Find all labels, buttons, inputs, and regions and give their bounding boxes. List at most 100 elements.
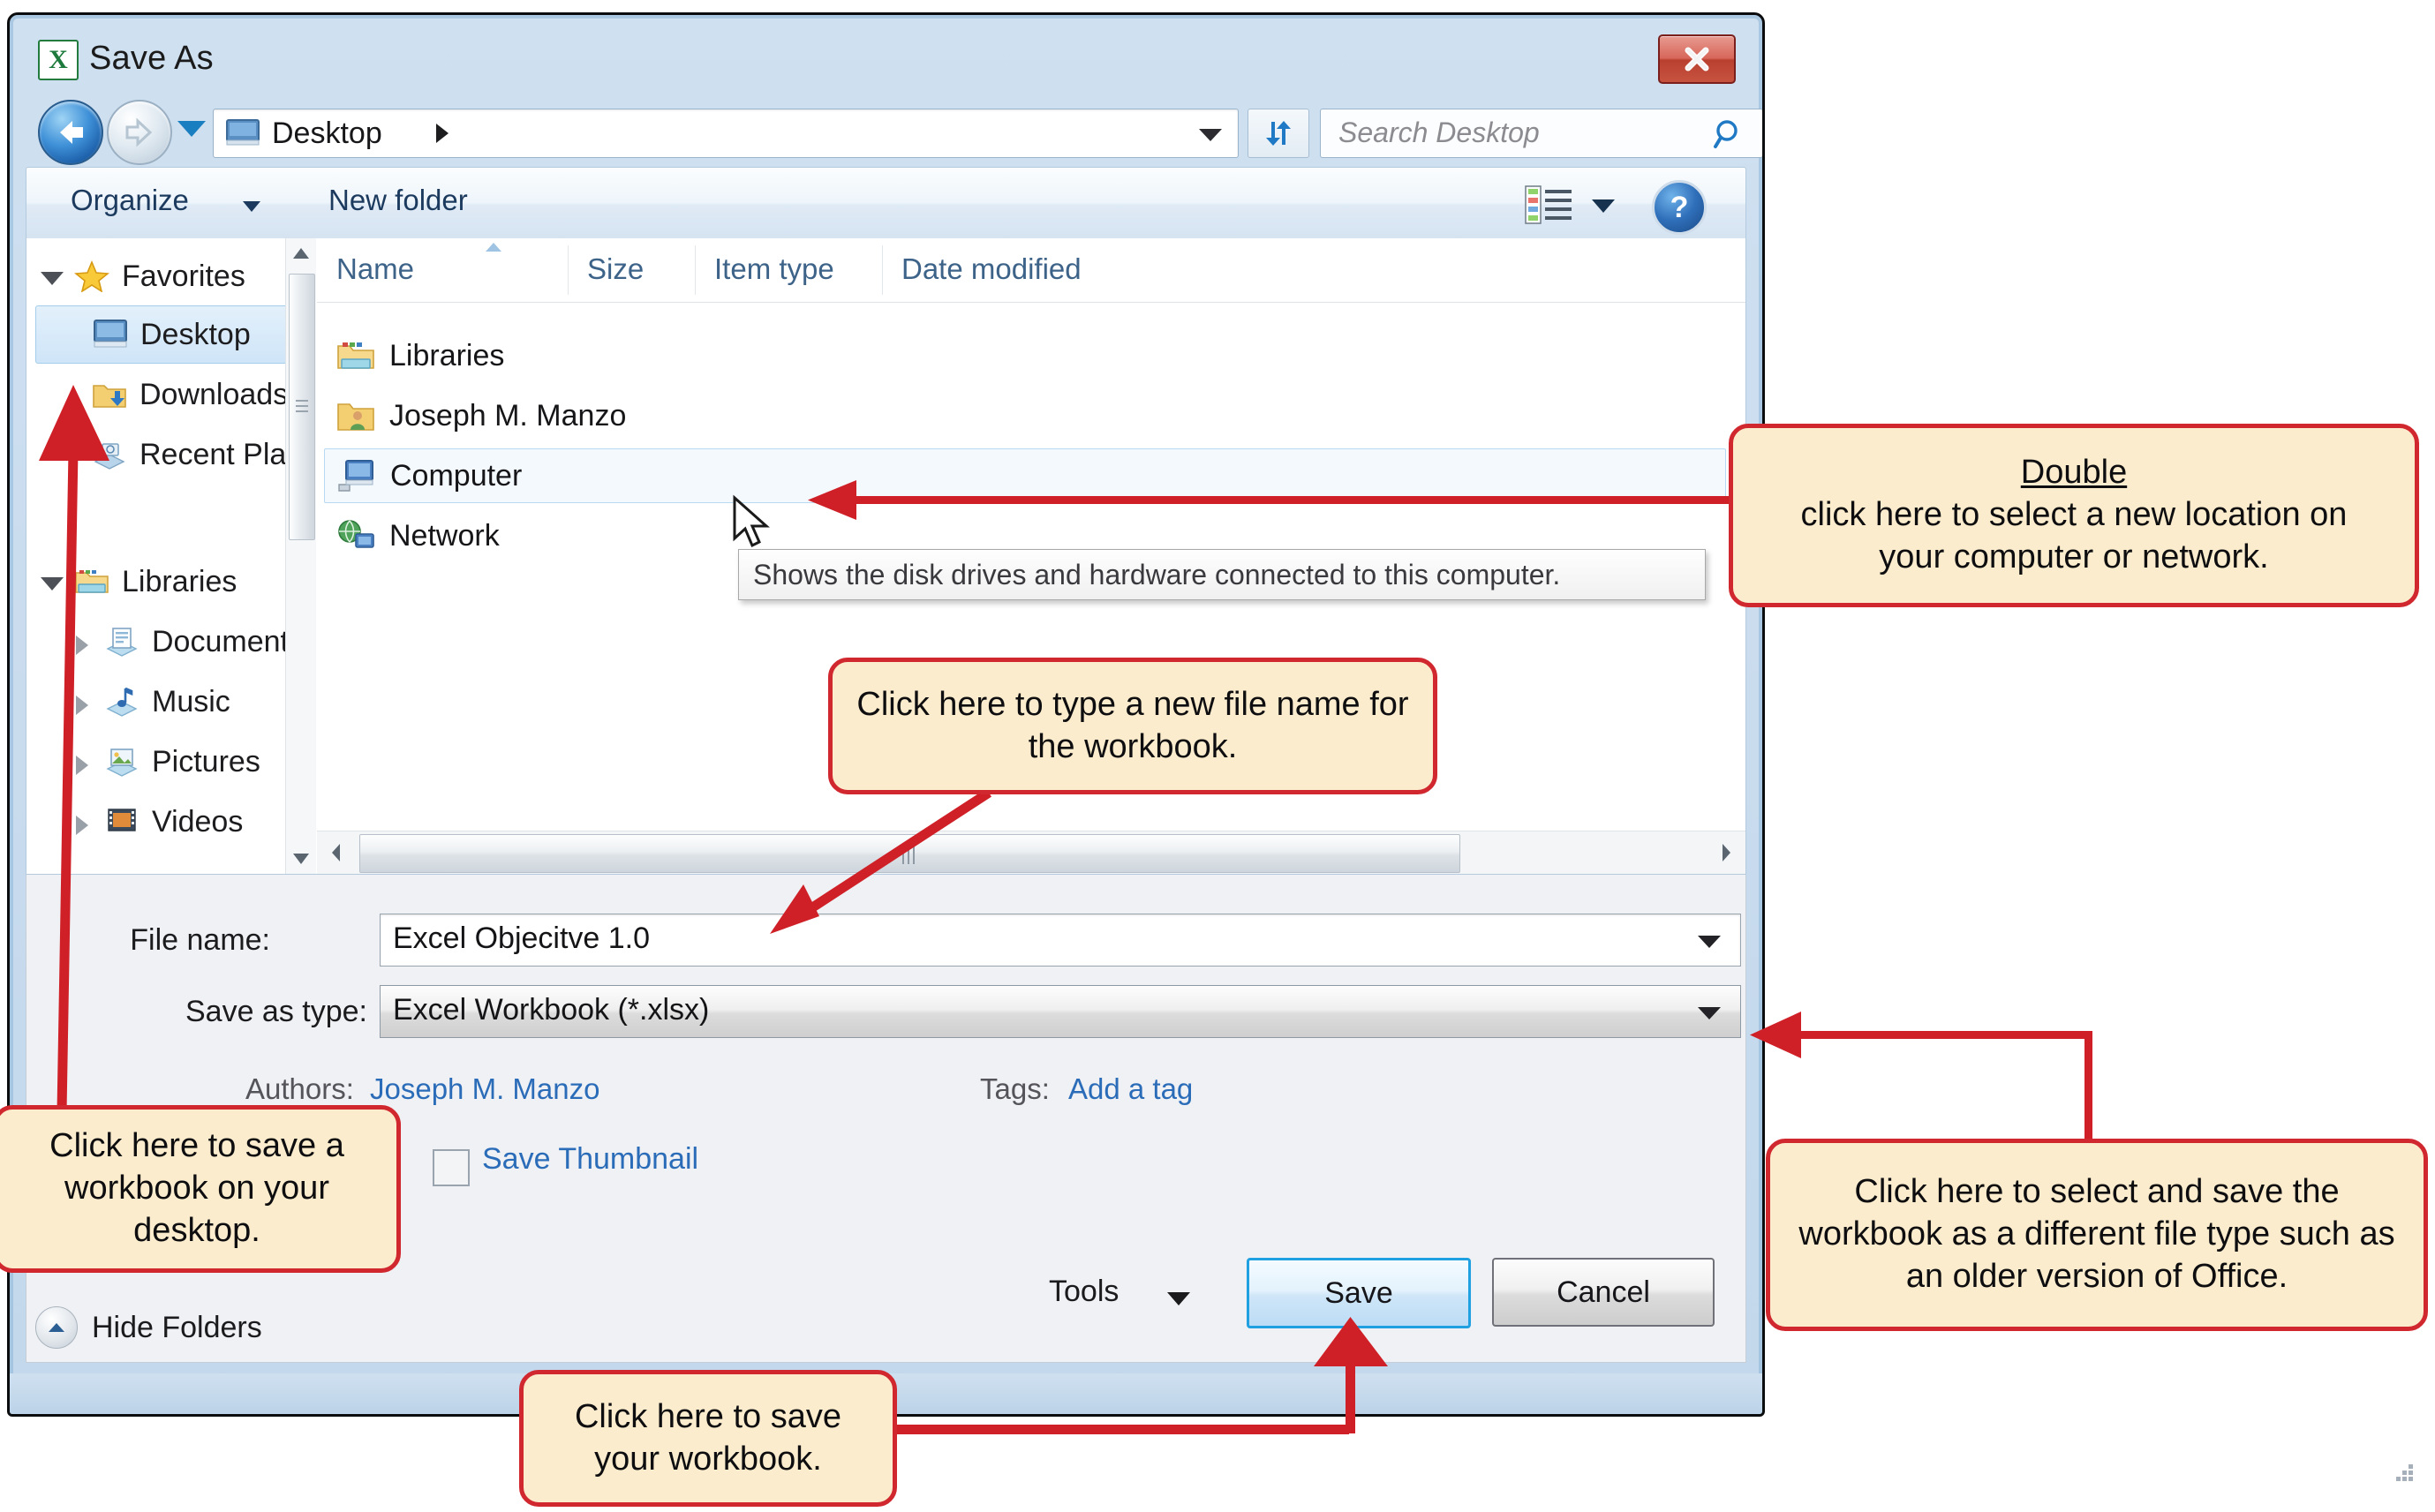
filetype-arrow xyxy=(1750,1012,2092,1155)
column-header-name[interactable]: Name xyxy=(336,252,414,286)
chevron-up-icon xyxy=(35,1306,78,1349)
column-header-size[interactable]: Size xyxy=(587,252,644,286)
file-name: Libraries xyxy=(389,338,505,372)
excel-icon: X xyxy=(38,40,79,80)
tree-item-favorites[interactable]: Favorites xyxy=(35,247,300,305)
search-input[interactable]: Search Desktop xyxy=(1320,109,1762,158)
hide-folders-button[interactable]: Hide Folders xyxy=(35,1306,262,1349)
view-dropdown-icon[interactable] xyxy=(1592,199,1615,213)
file-name-dropdown-icon[interactable] xyxy=(1698,936,1721,948)
callout-desktop: Click here to save a workbook on your de… xyxy=(0,1105,401,1273)
callout-location: Double click here to select a new locati… xyxy=(1729,424,2419,607)
tree-label: Videos xyxy=(152,804,244,839)
callout-filetype: Click here to select and save the workbo… xyxy=(1766,1139,2428,1331)
callout-location-rest: click here to select a new location on y… xyxy=(1800,496,2348,575)
scroll-up-icon[interactable] xyxy=(286,238,316,268)
tree-label: Downloads xyxy=(139,377,289,411)
help-icon: ? xyxy=(1670,191,1689,224)
column-divider[interactable] xyxy=(568,245,569,295)
filename-arrow xyxy=(770,788,992,934)
column-headers: Name Size Item type Date modified xyxy=(317,238,1745,303)
address-bar[interactable]: Desktop xyxy=(213,109,1239,158)
tools-dropdown-icon[interactable] xyxy=(1167,1292,1190,1305)
tree-label: Desktop xyxy=(140,317,251,351)
tags-label: Tags: xyxy=(980,1072,1050,1105)
back-arrow-icon xyxy=(40,102,102,163)
column-divider[interactable] xyxy=(882,245,883,295)
tools-button[interactable]: Tools xyxy=(1049,1275,1119,1309)
new-folder-button[interactable]: New folder xyxy=(328,184,468,217)
resize-grip-icon[interactable] xyxy=(2391,1464,2414,1487)
save-thumbnail-checkbox[interactable] xyxy=(433,1149,470,1186)
address-dropdown-icon[interactable] xyxy=(1199,129,1222,141)
network-icon xyxy=(338,520,374,548)
hide-folders-label: Hide Folders xyxy=(92,1310,262,1344)
callout-emphasis: Double xyxy=(2020,454,2128,492)
search-placeholder: Search Desktop xyxy=(1338,117,1540,148)
horizontal-scrollbar[interactable] xyxy=(317,831,1745,874)
title-bar: X Save As xyxy=(15,20,1757,94)
callout-save: Click here to save your workbook. xyxy=(519,1370,897,1507)
view-options-icon[interactable] xyxy=(1525,185,1572,224)
callout-filetype-text: Click here to select and save the workbo… xyxy=(1798,1173,2395,1295)
tree-label: Documents xyxy=(152,624,304,658)
computer-icon xyxy=(338,460,373,492)
expander-open-icon[interactable] xyxy=(41,272,64,285)
scroll-left-icon[interactable] xyxy=(317,831,356,874)
authors-value[interactable]: Joseph M. Manzo xyxy=(370,1072,599,1106)
close-icon xyxy=(1685,47,1709,71)
window-title: Save As xyxy=(89,40,214,77)
libraries-icon xyxy=(337,342,374,369)
computer-tooltip: Shows the disk drives and hardware conne… xyxy=(738,549,1706,600)
save-as-type-select[interactable]: Excel Workbook (*.xlsx) xyxy=(380,985,1741,1038)
scroll-grip-icon xyxy=(296,400,308,412)
breadcrumb-chevron-icon[interactable] xyxy=(436,124,449,143)
scroll-right-icon[interactable] xyxy=(1707,831,1745,874)
refresh-button[interactable] xyxy=(1248,109,1309,158)
organize-button[interactable]: Organize xyxy=(71,184,189,217)
save-arrow-up xyxy=(1314,1317,1388,1433)
forward-button[interactable] xyxy=(107,100,172,165)
tags-value[interactable]: Add a tag xyxy=(1068,1072,1193,1106)
callout-desktop-text: Click here to save a workbook on your de… xyxy=(49,1127,344,1249)
callout-filename-text: Click here to type a new file name for t… xyxy=(856,685,1409,765)
desktop-icon xyxy=(226,119,260,146)
desktop-icon xyxy=(94,320,127,348)
close-button[interactable] xyxy=(1658,34,1736,84)
save-as-type-dropdown-icon[interactable] xyxy=(1698,1007,1721,1019)
desktop-arrow xyxy=(39,385,109,1113)
file-row-joseph-m-manzo[interactable]: Joseph M. Manzo xyxy=(324,388,626,443)
address-path: Desktop xyxy=(272,117,382,150)
save-arrow-line xyxy=(883,1425,1349,1434)
save-as-type-label: Save as type: xyxy=(185,995,367,1028)
file-name: Joseph M. Manzo xyxy=(389,398,627,433)
file-row-libraries[interactable]: Libraries xyxy=(324,328,504,383)
scroll-down-icon[interactable] xyxy=(286,844,316,874)
back-button[interactable] xyxy=(38,100,103,165)
navigation-bar: Desktop Search Desktop xyxy=(15,96,1762,165)
save-as-type-value: Excel Workbook (*.xlsx) xyxy=(393,993,710,1027)
navpane-scroll-thumb[interactable] xyxy=(289,274,315,540)
recent-locations-button[interactable] xyxy=(177,121,206,137)
chevron-down-icon[interactable] xyxy=(243,201,260,212)
file-name: Computer xyxy=(390,458,523,493)
navpane-scrollbar[interactable] xyxy=(285,238,316,874)
callout-filename: Click here to type a new file name for t… xyxy=(828,658,1437,794)
refresh-icon xyxy=(1266,121,1291,146)
help-button[interactable]: ? xyxy=(1652,180,1707,235)
tree-label: Favorites xyxy=(122,259,245,293)
file-name: Network xyxy=(389,518,500,553)
file-row-network[interactable]: Network xyxy=(324,508,500,563)
column-divider[interactable] xyxy=(695,245,696,295)
star-icon xyxy=(74,260,109,292)
column-header-item-type[interactable]: Item type xyxy=(714,252,834,286)
callout-save-text: Click here to save your workbook. xyxy=(574,1397,841,1478)
cancel-button[interactable]: Cancel xyxy=(1492,1258,1715,1327)
forward-arrow-icon xyxy=(109,102,170,163)
file-name-input[interactable]: Excel Objecitve 1.0 xyxy=(380,914,1741,967)
save-thumbnail-label[interactable]: Save Thumbnail xyxy=(482,1142,698,1177)
column-header-date-modified[interactable]: Date modified xyxy=(901,252,1082,286)
file-name-value: Excel Objecitve 1.0 xyxy=(393,921,651,955)
authors-label: Authors: xyxy=(245,1072,354,1105)
tree-label: Music xyxy=(152,684,230,718)
